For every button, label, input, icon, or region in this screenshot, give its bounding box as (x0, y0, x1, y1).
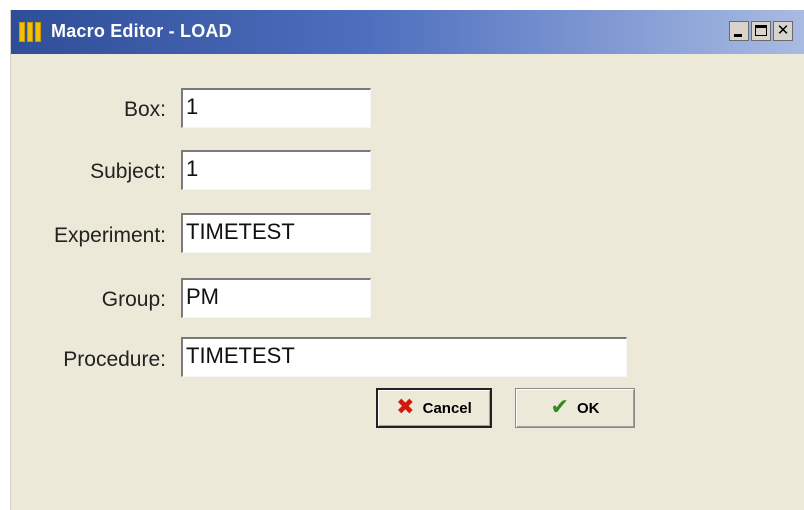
checkmark-icon: ✔ (550, 395, 569, 420)
procedure-field[interactable]: TIMETEST (181, 337, 627, 377)
close-icon: ✕ (776, 21, 790, 39)
subject-label: Subject: (90, 160, 166, 183)
ok-button-label: OK (576, 399, 600, 417)
titlebar[interactable]: Macro Editor - LOAD ✕ (11, 10, 804, 54)
macro-editor-window: Macro Editor - LOAD ✕ Box: 1 Subject: 1 … (10, 10, 804, 510)
window-title: Macro Editor - LOAD (51, 21, 232, 41)
close-button[interactable]: ✕ (773, 21, 793, 41)
app-icon (19, 22, 41, 42)
box-field[interactable]: 1 (181, 88, 371, 128)
procedure-label: Procedure: (63, 348, 166, 371)
group-field[interactable]: PM (181, 278, 371, 318)
cancel-button[interactable]: ✖ Cancel (376, 388, 492, 428)
experiment-label: Experiment: (53, 224, 166, 247)
x-icon: ✖ (396, 395, 415, 420)
group-label: Group: (101, 288, 166, 311)
maximize-button[interactable] (751, 21, 771, 41)
minimize-icon (734, 34, 742, 37)
experiment-field[interactable]: TIMETEST (181, 213, 371, 253)
subject-field[interactable]: 1 (181, 150, 371, 190)
cancel-button-label: Cancel (422, 399, 472, 417)
box-label: Box: (123, 98, 166, 121)
maximize-icon (755, 25, 767, 36)
ok-button[interactable]: ✔ OK (515, 388, 635, 428)
minimize-button[interactable] (729, 21, 749, 41)
